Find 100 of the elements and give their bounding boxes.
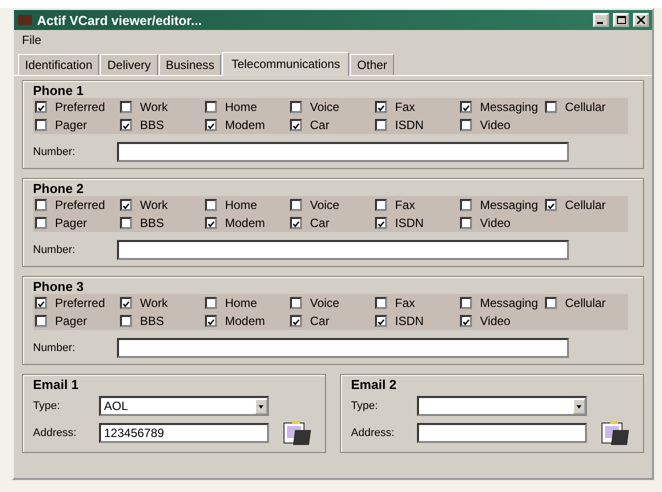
folder-icon[interactable] bbox=[283, 420, 313, 446]
number-field[interactable] bbox=[117, 338, 569, 358]
checkbox-label: Video bbox=[480, 216, 510, 230]
checkbox[interactable] bbox=[375, 315, 387, 327]
checkbox-label: Car bbox=[310, 314, 330, 328]
checkbox[interactable] bbox=[290, 297, 302, 309]
checkbox[interactable] bbox=[460, 101, 472, 113]
checkbox-label: Modem bbox=[225, 314, 266, 328]
checkbox[interactable] bbox=[290, 119, 302, 131]
maximize-button[interactable] bbox=[613, 13, 629, 27]
checkbox-label: Home bbox=[225, 296, 258, 310]
checkbox[interactable] bbox=[120, 101, 132, 113]
checkbox[interactable] bbox=[35, 101, 47, 113]
checkbox[interactable] bbox=[35, 119, 47, 131]
menu-item[interactable]: File bbox=[18, 33, 46, 47]
checkbox[interactable] bbox=[205, 199, 217, 211]
checkbox-label: Fax bbox=[395, 296, 416, 310]
checkbox-label: Cellular bbox=[565, 100, 606, 114]
checkbox-label: BBS bbox=[140, 216, 164, 230]
checkbox-label: ISDN bbox=[395, 314, 424, 328]
checkbox-label: BBS bbox=[140, 314, 164, 328]
checkbox[interactable] bbox=[35, 199, 47, 211]
checkbox[interactable] bbox=[205, 119, 217, 131]
checkbox[interactable] bbox=[545, 297, 557, 309]
checkbox[interactable] bbox=[205, 101, 217, 113]
close-button[interactable] bbox=[633, 13, 649, 27]
checkbox[interactable] bbox=[35, 297, 47, 309]
checkbox[interactable] bbox=[35, 217, 47, 229]
checkbox[interactable] bbox=[120, 315, 132, 327]
tab[interactable]: Identification bbox=[18, 54, 100, 75]
folder-icon[interactable] bbox=[601, 420, 631, 446]
checkbox-label: Fax bbox=[395, 100, 416, 114]
checkbox[interactable] bbox=[120, 297, 132, 309]
address-label: Address: bbox=[33, 427, 78, 439]
type-dropdown[interactable]: AOL bbox=[99, 396, 269, 416]
checkbox-label: Work bbox=[140, 296, 168, 310]
checkbox[interactable] bbox=[290, 315, 302, 327]
checkbox[interactable] bbox=[545, 199, 557, 211]
checkbox[interactable] bbox=[375, 217, 387, 229]
checkbox-label: Work bbox=[140, 100, 168, 114]
checkbox[interactable] bbox=[460, 297, 472, 309]
number-label: Number: bbox=[33, 342, 76, 354]
checkbox[interactable] bbox=[205, 297, 217, 309]
checkbox[interactable] bbox=[545, 101, 557, 113]
checkbox[interactable] bbox=[290, 199, 302, 211]
checkbox-label: Car bbox=[310, 216, 330, 230]
checkbox-label: Home bbox=[225, 198, 258, 212]
checkbox-label: ISDN bbox=[395, 118, 424, 132]
checkbox[interactable] bbox=[120, 199, 132, 211]
number-label: Number: bbox=[33, 244, 76, 256]
type-label: Type: bbox=[351, 400, 379, 412]
group-title: Phone 1 bbox=[33, 83, 85, 98]
checkbox[interactable] bbox=[460, 315, 472, 327]
minimize-button[interactable] bbox=[593, 13, 609, 27]
checkbox-label: Modem bbox=[225, 118, 266, 132]
checkbox-label: Preferred bbox=[55, 198, 106, 212]
group-title: Phone 3 bbox=[33, 279, 85, 294]
number-label: Number: bbox=[33, 146, 76, 158]
address-field[interactable] bbox=[417, 423, 587, 443]
checkbox[interactable] bbox=[460, 119, 472, 131]
checkbox-label: Pager bbox=[55, 314, 88, 328]
checkbox[interactable] bbox=[375, 199, 387, 211]
checkbox[interactable] bbox=[460, 217, 472, 229]
address-field[interactable]: 123456789 bbox=[99, 423, 269, 443]
checkbox[interactable] bbox=[375, 297, 387, 309]
caret-icon bbox=[255, 398, 267, 414]
checkbox[interactable] bbox=[35, 315, 47, 327]
checkbox[interactable] bbox=[120, 217, 132, 229]
checkbox[interactable] bbox=[460, 199, 472, 211]
checkbox[interactable] bbox=[375, 101, 387, 113]
checkbox[interactable] bbox=[290, 217, 302, 229]
checkbox-label: Home bbox=[225, 100, 258, 114]
checkbox-label: Video bbox=[480, 118, 510, 132]
checkbox-label: Voice bbox=[310, 198, 340, 212]
tab[interactable]: Business bbox=[158, 54, 222, 75]
checkbox-label: Fax bbox=[395, 198, 416, 212]
tab[interactable]: Telecommunications bbox=[222, 52, 350, 76]
checkbox[interactable] bbox=[290, 101, 302, 113]
tab[interactable]: Delivery bbox=[100, 54, 158, 75]
checkbox-label: Messaging bbox=[480, 296, 538, 310]
group-title: Email 2 bbox=[351, 377, 398, 392]
checkbox[interactable] bbox=[120, 119, 132, 131]
checkbox-label: Modem bbox=[225, 216, 266, 230]
checkbox-label: Voice bbox=[310, 100, 340, 114]
window-title: Actif VCard viewer/editor... bbox=[37, 12, 203, 28]
checkbox-label: Messaging bbox=[480, 198, 538, 212]
tab[interactable]: Other bbox=[350, 54, 394, 75]
checkbox-label: Pager bbox=[55, 216, 88, 230]
checkbox-label: ISDN bbox=[395, 216, 424, 230]
checkbox-label: Cellular bbox=[565, 198, 606, 212]
checkbox-label: Voice bbox=[310, 296, 340, 310]
checkbox-label: Pager bbox=[55, 118, 88, 132]
number-field[interactable] bbox=[117, 240, 569, 260]
checkbox[interactable] bbox=[205, 315, 217, 327]
checkbox[interactable] bbox=[375, 119, 387, 131]
type-label: Type: bbox=[33, 400, 61, 412]
type-dropdown[interactable] bbox=[417, 396, 587, 416]
checkbox[interactable] bbox=[205, 217, 217, 229]
number-field[interactable] bbox=[117, 142, 569, 162]
checkbox-label: Video bbox=[480, 314, 510, 328]
